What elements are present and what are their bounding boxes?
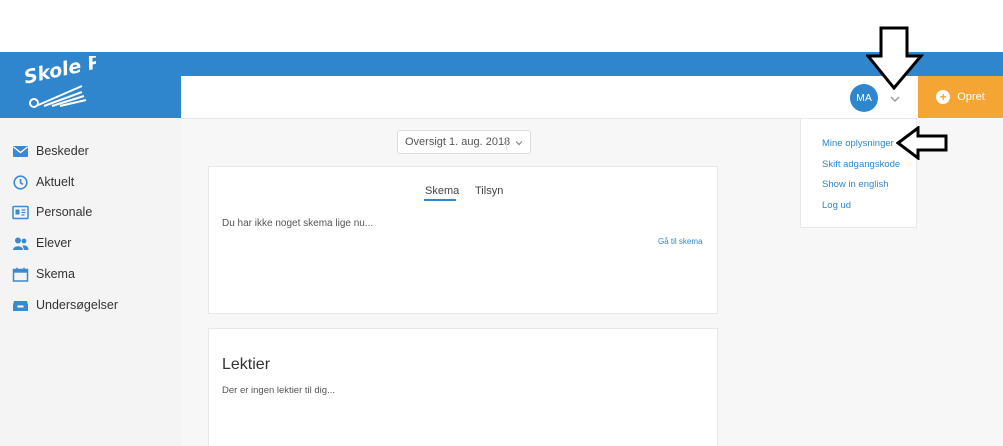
arrow-left-icon [896, 126, 948, 160]
sidebar-item-undersoegelser[interactable]: Undersøgelser [12, 294, 118, 316]
menu-item-skift-adgangskode[interactable]: Skift adgangskode [822, 159, 900, 170]
tab-tilsyn[interactable]: Tilsyn [475, 185, 503, 197]
calendar-icon [12, 267, 29, 282]
homework-empty-message: Der er ingen lektier til dig... [222, 385, 335, 396]
overview-date-select[interactable]: Oversigt 1. aug. 2018 [397, 130, 531, 154]
clock-icon [13, 174, 28, 190]
go-to-schedule-link[interactable]: Gå til skema [658, 237, 702, 246]
logo-icon: Skole PLAN [22, 56, 96, 108]
logo-text: Skole PLAN [22, 56, 96, 89]
select-divider [506, 136, 507, 150]
users-icon [13, 237, 29, 250]
app-logo[interactable]: Skole PLAN [0, 52, 181, 118]
tab-skema[interactable]: Skema [425, 185, 459, 197]
sidebar-item-label: Skema [36, 267, 75, 281]
create-button-label: Opret [957, 91, 985, 103]
sidebar-item-label: Beskeder [36, 144, 89, 158]
plus-icon: + [936, 90, 951, 104]
sidebar-item-label: Personale [36, 205, 93, 219]
homework-title: Lektier [222, 356, 271, 373]
chevron-down-icon [515, 141, 523, 146]
active-tab-indicator [424, 199, 456, 201]
chevron-down-icon[interactable] [888, 92, 902, 106]
menu-item-log-ud[interactable]: Log ud [822, 200, 851, 211]
sidebar-item-label: Undersøgelser [36, 298, 118, 312]
sidebar-item-beskeder[interactable]: Beskeder [12, 140, 89, 162]
envelope-icon [13, 145, 28, 157]
schedule-card [208, 166, 718, 314]
sidebar-item-label: Aktuelt [36, 175, 75, 189]
arrow-down-icon [866, 26, 924, 90]
sidebar-item-elever[interactable]: Elever [12, 232, 71, 254]
menu-item-mine-oplysninger[interactable]: Mine oplysninger [822, 138, 894, 149]
sidebar-item-label: Elever [36, 236, 72, 250]
sidebar-item-skema[interactable]: Skema [12, 263, 75, 285]
create-button[interactable]: + Opret [918, 76, 1003, 118]
menu-item-show-in-english[interactable]: Show in english [822, 179, 889, 190]
schedule-empty-message: Du har ikke noget skema lige nu... [222, 218, 374, 229]
id-card-icon [12, 205, 29, 219]
overview-date-label: Oversigt 1. aug. 2018 [405, 136, 511, 148]
sidebar-item-personale[interactable]: Personale [12, 201, 92, 223]
inbox-icon [13, 300, 28, 311]
top-header-bar [181, 76, 918, 119]
sidebar-item-aktuelt[interactable]: Aktuelt [12, 171, 74, 193]
